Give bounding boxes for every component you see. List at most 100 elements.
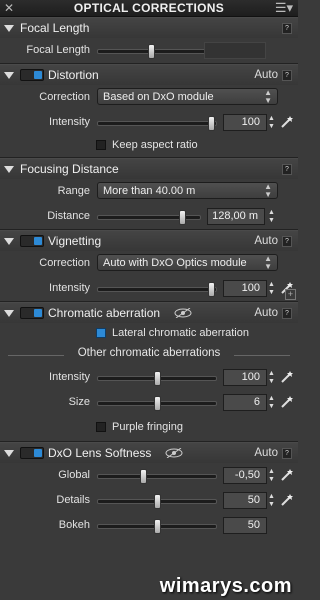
select-arrows-icon: ▲ ▼ bbox=[264, 88, 272, 105]
focal-length-field[interactable] bbox=[204, 42, 266, 59]
slider-thumb[interactable] bbox=[178, 210, 186, 225]
collapse-triangle-icon[interactable] bbox=[4, 71, 14, 79]
distance-field[interactable]: 128,00 m bbox=[207, 208, 265, 225]
close-icon[interactable]: ✕ bbox=[4, 1, 14, 15]
magic-wand-icon[interactable] bbox=[280, 395, 294, 409]
vignetting-intensity-field[interactable]: 100 bbox=[223, 280, 267, 297]
help-icon[interactable]: ? bbox=[282, 164, 292, 175]
vignetting-toggle[interactable] bbox=[20, 235, 44, 247]
help-icon[interactable]: ? bbox=[282, 236, 292, 247]
collapse-triangle-icon[interactable] bbox=[4, 309, 14, 317]
range-select[interactable]: More than 40.00 m ▲ ▼ bbox=[97, 182, 278, 199]
distortion-correction-select[interactable]: Based on DxO module ▲ ▼ bbox=[97, 88, 278, 105]
vignetting-auto-button[interactable]: Auto bbox=[254, 235, 278, 247]
focal-length-title: Focal Length bbox=[20, 21, 90, 35]
chromatic-size-field[interactable]: 6 bbox=[223, 394, 267, 411]
eye-hidden-icon[interactable] bbox=[174, 308, 192, 318]
slider-thumb[interactable] bbox=[154, 494, 161, 509]
collapse-triangle-icon[interactable] bbox=[4, 165, 14, 173]
distortion-auto-button[interactable]: Auto bbox=[254, 69, 278, 81]
chromatic-header[interactable]: Chromatic aberration Auto ? bbox=[0, 302, 298, 323]
magic-wand-icon[interactable] bbox=[280, 493, 294, 507]
toggle-led-icon bbox=[34, 309, 42, 317]
intensity-label: Intensity bbox=[49, 116, 90, 128]
purple-label: Purple fringing bbox=[112, 421, 183, 433]
purple-checkbox[interactable] bbox=[96, 422, 106, 432]
panel-header: ✕ OPTICAL CORRECTIONS ☰▾ bbox=[0, 0, 298, 17]
focal-length-header[interactable]: Focal Length ? bbox=[0, 17, 298, 38]
chromatic-intensity-field[interactable]: 100 bbox=[223, 369, 267, 386]
global-label: Global bbox=[58, 469, 90, 481]
focal-length-slider[interactable] bbox=[97, 44, 217, 59]
size-label: Size bbox=[68, 396, 90, 408]
vignetting-correction-row: Correction Auto with DxO Optics module ▲… bbox=[0, 251, 298, 276]
distance-slider[interactable] bbox=[97, 210, 201, 225]
distortion-toggle[interactable] bbox=[20, 69, 44, 81]
distortion-intensity-slider[interactable] bbox=[97, 116, 217, 131]
magic-wand-icon[interactable] bbox=[280, 115, 294, 129]
magic-wand-icon[interactable] bbox=[280, 370, 294, 384]
details-slider[interactable] bbox=[97, 494, 217, 509]
vignetting-correction-select[interactable]: Auto with DxO Optics module ▲ ▼ bbox=[97, 254, 278, 271]
help-icon[interactable]: ? bbox=[282, 23, 292, 34]
softness-header[interactable]: DxO Lens Softness Auto ? bbox=[0, 442, 298, 463]
other-chromatic-title: Other chromatic aberrations bbox=[77, 347, 221, 359]
distance-label: Distance bbox=[47, 210, 90, 222]
add-icon[interactable]: + bbox=[285, 289, 296, 300]
slider-thumb[interactable] bbox=[148, 44, 156, 59]
global-field[interactable]: -0,50 bbox=[223, 467, 267, 484]
toggle-led-icon bbox=[34, 71, 42, 79]
vignetting-header[interactable]: Vignetting Auto ? bbox=[0, 230, 298, 251]
toggle-led-icon bbox=[34, 449, 42, 457]
collapse-triangle-icon[interactable] bbox=[4, 24, 14, 32]
bokeh-slider[interactable] bbox=[97, 519, 217, 534]
softness-title: DxO Lens Softness bbox=[48, 446, 152, 460]
focusing-header[interactable]: Focusing Distance ? bbox=[0, 158, 298, 179]
softness-bokeh-row: Bokeh 50 bbox=[0, 513, 298, 538]
other-chromatic-heading: Other chromatic aberrations bbox=[0, 345, 298, 365]
softness-toggle[interactable] bbox=[20, 447, 44, 459]
section-focal-length: Focal Length ? Focal Length bbox=[0, 17, 298, 64]
bokeh-field[interactable]: 50 bbox=[223, 517, 267, 534]
global-slider[interactable] bbox=[97, 469, 217, 484]
help-icon[interactable]: ? bbox=[282, 308, 292, 319]
range-label: Range bbox=[57, 185, 90, 197]
slider-thumb[interactable] bbox=[154, 519, 161, 534]
lateral-checkbox[interactable] bbox=[96, 328, 106, 338]
slider-thumb[interactable] bbox=[208, 116, 216, 131]
chromatic-auto-button[interactable]: Auto bbox=[254, 307, 278, 319]
eye-hidden-icon[interactable] bbox=[165, 448, 183, 458]
collapse-triangle-icon[interactable] bbox=[4, 237, 14, 245]
keep-aspect-checkbox[interactable] bbox=[96, 140, 106, 150]
section-distortion: Distortion Auto ? Correction Based on Dx… bbox=[0, 64, 298, 158]
chromatic-toggle[interactable] bbox=[20, 307, 44, 319]
focusing-title: Focusing Distance bbox=[20, 162, 119, 176]
chromatic-size-slider[interactable] bbox=[97, 396, 217, 411]
panel-menu-icon[interactable]: ☰▾ bbox=[275, 0, 293, 16]
collapse-triangle-icon[interactable] bbox=[4, 449, 14, 457]
slider-thumb[interactable] bbox=[154, 396, 161, 411]
stepper-icon[interactable]: ▲ ▼ bbox=[268, 493, 275, 509]
details-field[interactable]: 50 bbox=[223, 492, 267, 509]
softness-global-row: Global -0,50 ▲ ▼ bbox=[0, 463, 298, 488]
slider-thumb[interactable] bbox=[139, 469, 147, 484]
slider-thumb[interactable] bbox=[208, 282, 216, 297]
softness-auto-button[interactable]: Auto bbox=[254, 447, 278, 459]
help-icon[interactable]: ? bbox=[282, 448, 292, 459]
stepper-icon[interactable]: ▲ ▼ bbox=[268, 209, 275, 225]
stepper-icon[interactable]: ▲ ▼ bbox=[268, 115, 275, 131]
distortion-header[interactable]: Distortion Auto ? bbox=[0, 64, 298, 85]
stepper-icon[interactable]: ▲ ▼ bbox=[268, 281, 275, 297]
stepper-icon[interactable]: ▲ ▼ bbox=[268, 468, 275, 484]
stepper-icon[interactable]: ▲ ▼ bbox=[268, 370, 275, 386]
focal-length-label: Focal Length bbox=[26, 44, 90, 56]
stepper-icon[interactable]: ▲ ▼ bbox=[268, 395, 275, 411]
slider-thumb[interactable] bbox=[154, 371, 161, 386]
chromatic-intensity-slider[interactable] bbox=[97, 371, 217, 386]
panel-title: OPTICAL CORRECTIONS bbox=[73, 1, 225, 15]
distortion-intensity-field[interactable]: 100 bbox=[223, 114, 267, 131]
help-icon[interactable]: ? bbox=[282, 70, 292, 81]
vignetting-intensity-slider[interactable] bbox=[97, 282, 217, 297]
magic-wand-icon[interactable] bbox=[280, 468, 294, 482]
section-chromatic-aberration: Chromatic aberration Auto ? Lateral chro… bbox=[0, 302, 298, 442]
